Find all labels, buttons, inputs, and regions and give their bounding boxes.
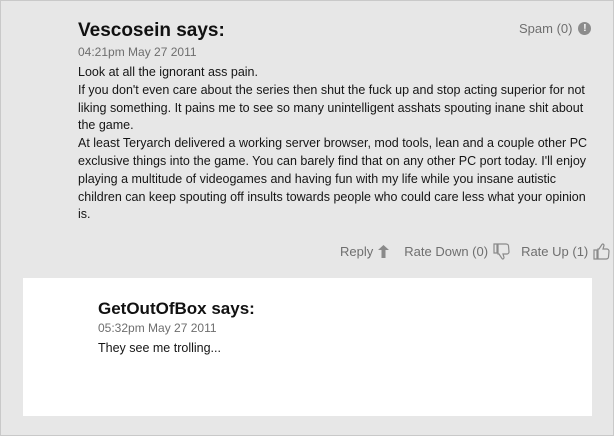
reply-button[interactable]: Reply — [340, 244, 390, 259]
comment-actions: Reply Rate Down (0) Rate Up (1) — [340, 243, 610, 260]
thumbs-up-icon[interactable] — [593, 243, 610, 260]
reply-author: GetOutOfBox says: — [98, 299, 255, 318]
thumbs-down-icon[interactable] — [493, 243, 510, 260]
comment-body: Look at all the ignorant ass pain. If yo… — [78, 64, 598, 224]
reply-label[interactable]: Reply — [340, 244, 373, 259]
comment-body-line: At least Teryarch delivered a working se… — [78, 136, 588, 222]
reply-arrow-icon[interactable] — [378, 245, 390, 258]
reply-body: They see me trolling... — [98, 341, 221, 355]
rate-down-button[interactable]: Rate Down (0) — [404, 243, 510, 260]
rate-up-button[interactable]: Rate Up (1) — [521, 243, 610, 260]
reply-timestamp: 05:32pm May 27 2011 — [98, 321, 217, 335]
comment-body-line: Look at all the ignorant ass pain. — [78, 65, 258, 79]
spam-report[interactable]: Spam (0) ! — [519, 21, 592, 36]
comment-author: Vescosein says: — [78, 20, 225, 41]
exclamation-circle-icon[interactable]: ! — [578, 22, 592, 35]
rate-up-label[interactable]: Rate Up (1) — [521, 244, 588, 259]
spam-label[interactable]: Spam (0) — [519, 21, 572, 36]
comment-body-line: If you don't even care about the series … — [78, 82, 585, 133]
rate-down-label[interactable]: Rate Down (0) — [404, 244, 488, 259]
reply-comment: GetOutOfBox says: 05:32pm May 27 2011 Th… — [23, 278, 592, 416]
comment-panel: Spam (0) ! Vescosein says: 04:21pm May 2… — [0, 0, 614, 436]
comment-timestamp: 04:21pm May 27 2011 — [78, 45, 197, 59]
